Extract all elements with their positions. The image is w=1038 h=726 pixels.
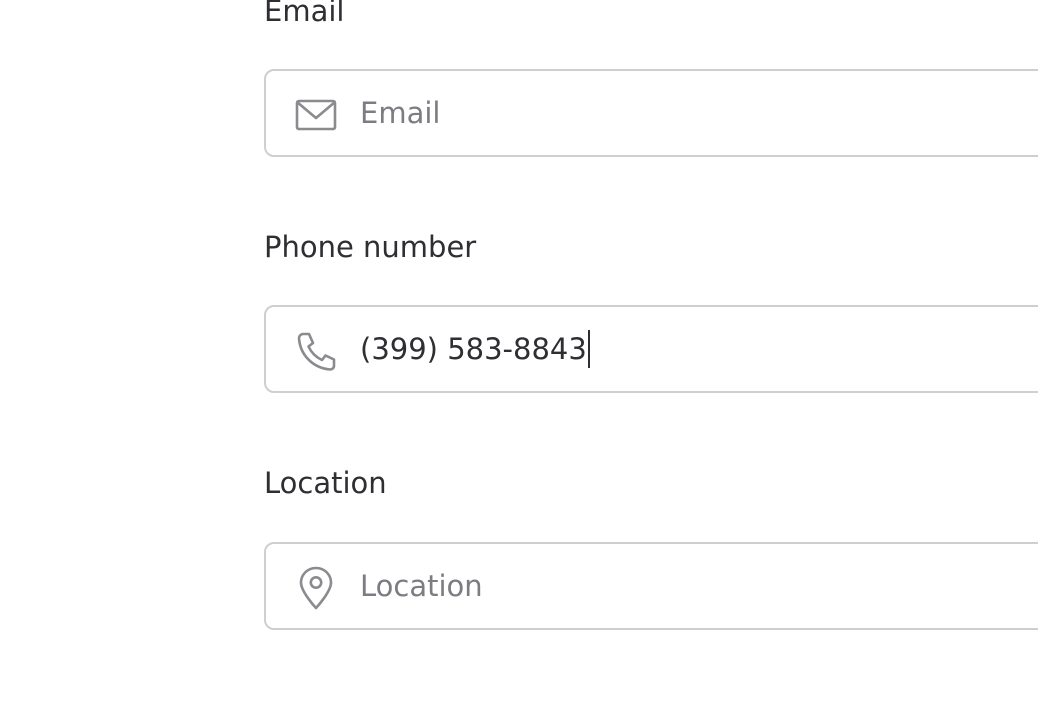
phone-field[interactable]: (399) 583-8843 [264, 305, 1038, 393]
email-placeholder: Email [360, 96, 441, 130]
location-field[interactable]: Location [264, 542, 1038, 630]
location-label: Location [264, 466, 387, 500]
text-caret [587, 330, 590, 368]
mail-icon [294, 95, 338, 135]
phone-input[interactable]: (399) 583-8843 [360, 307, 590, 391]
email-field[interactable]: Email [264, 69, 1038, 157]
phone-value: (399) 583-8843 [360, 332, 587, 366]
map-pin-icon [294, 566, 338, 610]
phone-label: Phone number [264, 230, 477, 264]
email-label: Email [264, 0, 345, 28]
phone-icon [294, 331, 338, 371]
location-placeholder: Location [360, 569, 483, 603]
